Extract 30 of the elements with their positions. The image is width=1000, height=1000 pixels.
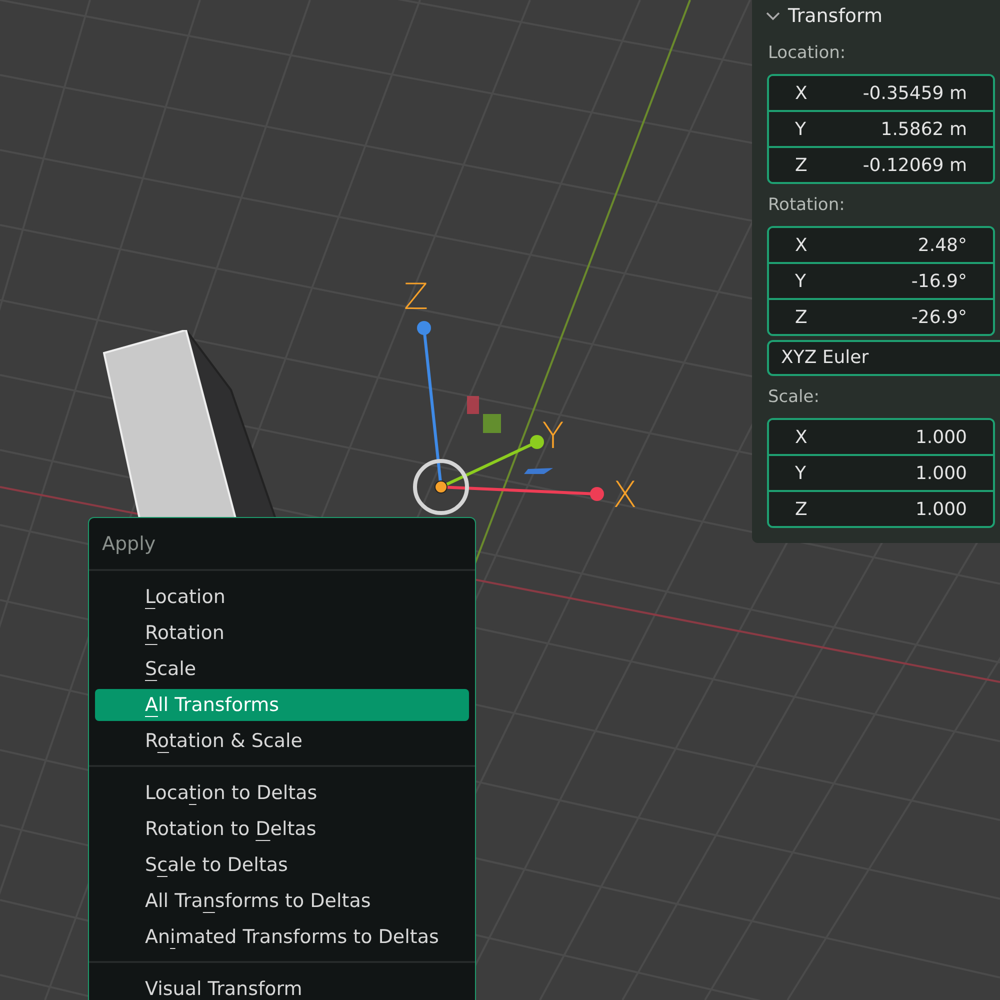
group-label: Rotation: xyxy=(768,195,845,215)
menu-item[interactable]: Rotation to Deltas xyxy=(95,813,469,845)
number-field[interactable]: Z -0.12069 m xyxy=(769,146,993,182)
menu-item[interactable]: All Transforms to Deltas xyxy=(95,885,469,917)
menu-item[interactable]: Scale xyxy=(95,653,469,685)
menu-title: Apply xyxy=(102,532,156,554)
number-field[interactable]: Z 1.000 xyxy=(769,490,993,526)
group-label: Scale: xyxy=(768,387,820,407)
group-label: Location: xyxy=(768,43,846,63)
panel-title: Transform xyxy=(788,5,883,27)
menu-item[interactable]: Animated Transforms to Deltas xyxy=(95,921,469,953)
number-field[interactable]: X 2.48° xyxy=(769,228,993,262)
axis-label: Z xyxy=(402,276,430,320)
menu-item[interactable]: Rotation & Scale xyxy=(95,725,469,757)
chevron-icon[interactable] xyxy=(766,11,780,21)
menu-item[interactable]: Visual Transform xyxy=(95,973,469,1000)
menu-item[interactable]: All Transforms xyxy=(95,689,469,721)
number-field[interactable]: X 1.000 xyxy=(769,420,993,454)
menu-item[interactable]: Location to Deltas xyxy=(95,777,469,809)
number-field[interactable]: Y 1.000 xyxy=(769,454,993,490)
rotation-mode-dropdown[interactable]: XYZ Euler xyxy=(767,340,1000,376)
number-field[interactable]: Y 1.5862 m xyxy=(769,110,993,146)
number-field[interactable]: Z -26.9° xyxy=(769,298,993,334)
menu-item[interactable]: Location xyxy=(95,581,469,613)
menu-item[interactable]: Scale to Deltas xyxy=(95,849,469,881)
number-field[interactable]: X -0.35459 m xyxy=(769,76,993,110)
number-field[interactable]: Y -16.9° xyxy=(769,262,993,298)
axis-label: Y xyxy=(541,415,565,459)
axis-label: X xyxy=(612,474,638,518)
menu-item[interactable]: Rotation xyxy=(95,617,469,649)
